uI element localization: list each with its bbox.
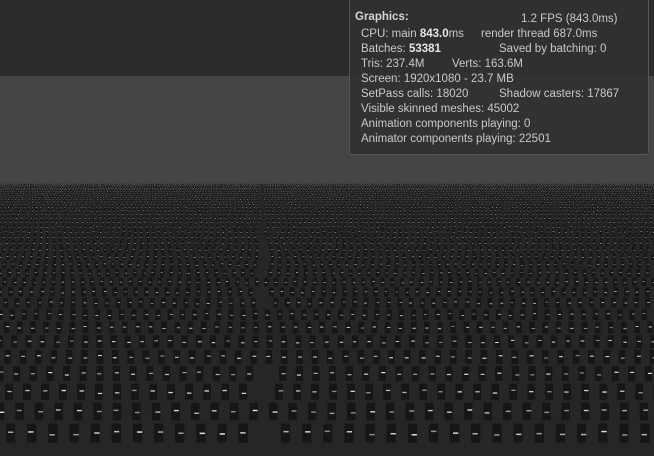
cpu-unit: ms [448,28,464,40]
cpu-main-value: 843.0 [419,28,449,40]
verts-stat: Verts: 163.6M [452,58,523,70]
render-thread-timing: render thread 687.0ms [481,28,598,40]
stats-header: Graphics: [355,11,409,23]
fps-readout: 1.2 FPS (843.0ms) [521,13,618,25]
cpu-timing: CPU: main 843.0ms [361,27,464,41]
shadow-casters-stat: Shadow casters: 17867 [499,88,620,100]
screen-stat: Screen: 1920x1080 - 23.7 MB [361,73,514,85]
setpass-calls-stat: SetPass calls: 18020 [361,88,469,100]
visible-skinned-meshes-stat: Visible skinned meshes: 45002 [361,103,520,115]
animator-components-stat: Animator components playing: 22501 [361,133,551,145]
saved-by-batching-stat: Saved by batching: 0 [499,43,607,55]
batches-stat: Batches: 53381 [361,42,441,56]
tris-stat: Tris: 237.4M [361,58,425,70]
rendering-statistics-panel: Graphics: 1.2 FPS (843.0ms) CPU: main 84… [349,0,649,155]
batches-value: 53381 [408,43,441,55]
cpu-label: CPU: main [361,28,417,40]
batches-label: Batches: [361,43,406,55]
animation-components-stat: Animation components playing: 0 [361,118,531,130]
